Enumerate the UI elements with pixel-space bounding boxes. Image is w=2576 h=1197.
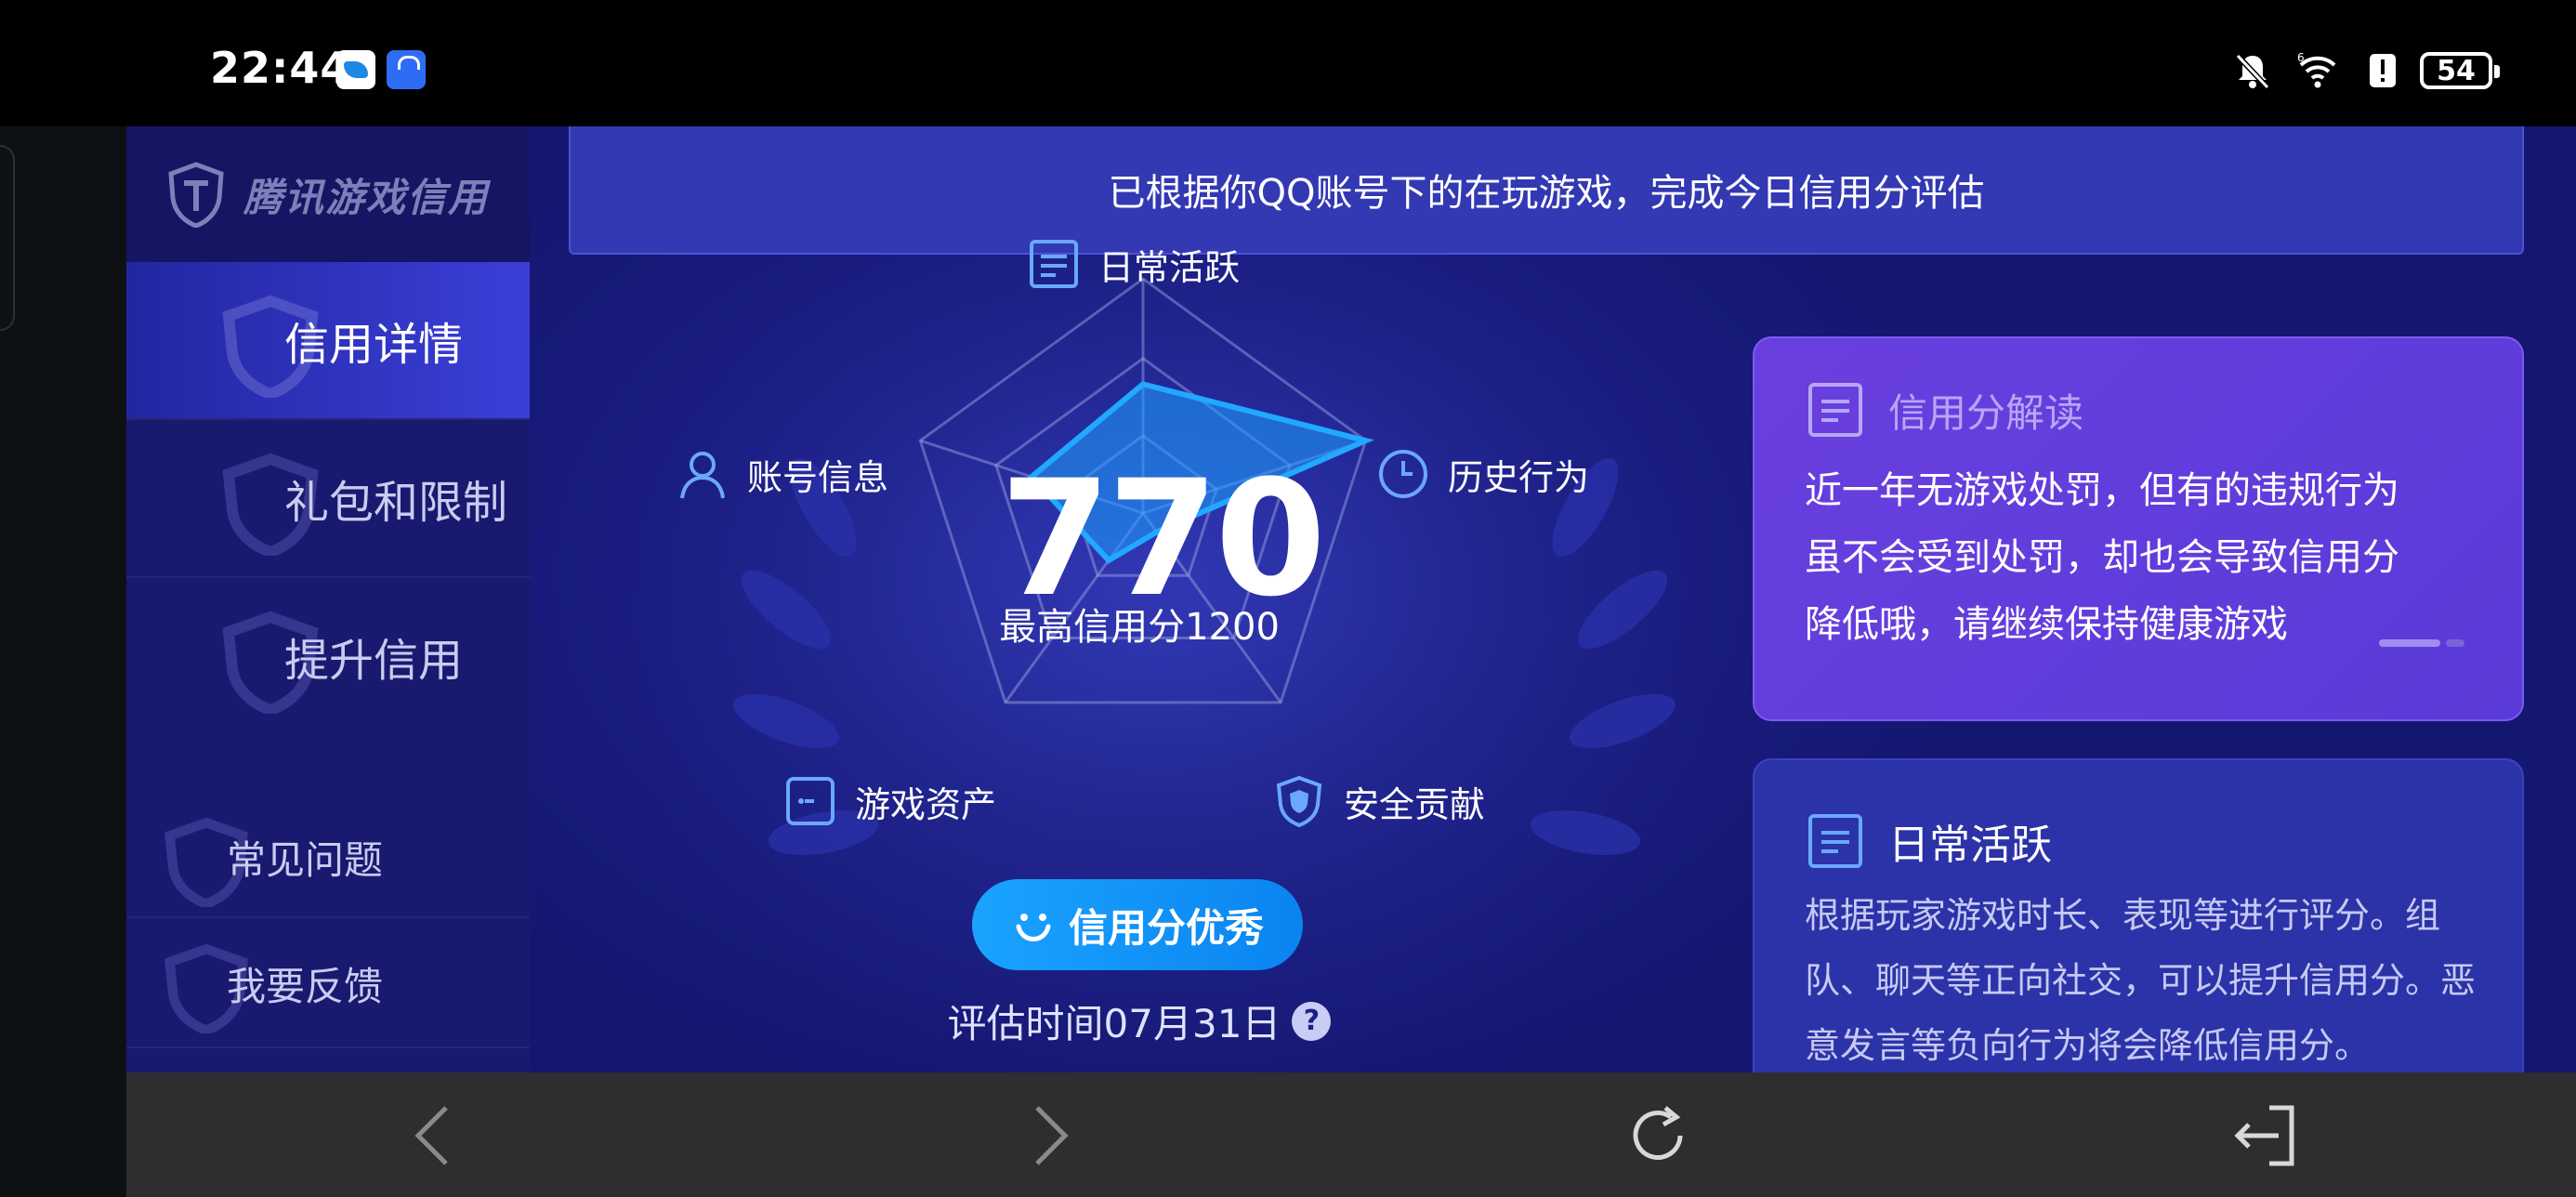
exit-icon[interactable] <box>2228 1100 2299 1171</box>
credit-score: 770 <box>1000 445 1326 632</box>
back-arrow-icon[interactable] <box>401 1100 472 1171</box>
dimension-label: 日常活跃 <box>1098 246 1241 288</box>
card-line: 降低哦，请继续保持健康游戏 <box>1805 603 2288 646</box>
dimension-label: 历史行为 <box>1448 456 1590 498</box>
left-edge-panel <box>0 126 126 1197</box>
dimension-account-info[interactable]: 账号信息 <box>675 446 888 502</box>
refresh-icon[interactable] <box>1623 1100 1693 1171</box>
clock-icon <box>1379 450 1427 498</box>
dimension-label: 安全贡献 <box>1344 783 1486 825</box>
card-line: 根据玩家游戏时长、表现等进行评分。组 <box>1805 895 2441 936</box>
dimension-daily-activity[interactable]: 日常活跃 <box>1026 236 1240 292</box>
document-icon <box>1808 383 1862 437</box>
dimension-history-behavior[interactable]: 历史行为 <box>1375 446 1589 502</box>
list-card-icon <box>1030 240 1078 288</box>
user-icon <box>680 452 725 499</box>
card-body: 根据玩家游戏时长、表现等进行评分。组 队、聊天等正向社交，可以提升信用分。恶 意… <box>1805 883 2511 1072</box>
card-body: 近一年无游戏处罚，但有的违规行为 虽不会受到处罚，却也会导致信用分 降低哦，请继… <box>1805 457 2474 658</box>
dimension-security-contribution[interactable]: 安全贡献 <box>1271 773 1485 829</box>
document-icon <box>1808 814 1862 868</box>
card-line: 虽不会受到处罚，却也会导致信用分 <box>1805 536 2399 579</box>
smile-icon <box>1016 914 1051 941</box>
carousel-pager <box>2379 639 2464 647</box>
status-time: 22:44 <box>210 43 351 93</box>
dimension-label: 游戏资产 <box>855 783 997 825</box>
alert-icon <box>2370 54 2396 87</box>
help-icon[interactable]: ? <box>1292 1001 1332 1041</box>
pager-dot <box>2446 639 2464 647</box>
status-icons: 6 54 <box>2232 46 2500 95</box>
max-score-label: 最高信用分1200 <box>999 606 1280 649</box>
card-line: 近一年无游戏处罚，但有的违规行为 <box>1805 469 2399 512</box>
app-market-icon <box>387 50 426 89</box>
wallet-icon <box>786 777 835 825</box>
mute-bell-icon <box>2235 53 2270 90</box>
card-line: 意发言等负向行为将会降低信用分。 <box>1805 1025 2371 1066</box>
card-title: 日常活跃 <box>1888 822 2052 869</box>
pager-dot-active <box>2379 639 2440 647</box>
evaluation-time-label: 评估时间07月31日 <box>947 1001 1281 1046</box>
browser-bottom-nav <box>126 1072 2576 1197</box>
app-window: 腾讯游戏信用 信用详情 礼包和限制 提升信用 常见问题 我要反馈 已根据你QQ账… <box>126 126 2576 1072</box>
dimension-game-assets[interactable]: 游戏资产 <box>782 773 996 829</box>
app-notification-icon <box>336 50 375 89</box>
shield-icon <box>1276 775 1322 828</box>
card-line: 队、聊天等正向社交，可以提升信用分。恶 <box>1805 960 2477 1001</box>
credit-interpretation-card[interactable]: 信用分解读 近一年无游戏处罚，但有的违规行为 虽不会受到处罚，却也会导致信用分 … <box>1753 336 2524 721</box>
dimension-label: 账号信息 <box>747 456 889 498</box>
daily-activity-card[interactable]: 日常活跃 根据玩家游戏时长、表现等进行评分。组 队、聊天等正向社交，可以提升信用… <box>1753 758 2524 1072</box>
svg-text:6: 6 <box>2297 51 2305 64</box>
card-title: 信用分解读 <box>1888 389 2084 436</box>
evaluation-time: 评估时间07月31日 ? <box>870 993 1409 1049</box>
status-bar: 22:44 6 54 <box>0 0 2576 126</box>
battery-icon: 54 <box>2420 52 2500 89</box>
forward-arrow-icon[interactable] <box>1011 1100 1082 1171</box>
credit-grade-button[interactable]: 信用分优秀 <box>972 879 1303 970</box>
wifi-icon: 6 <box>2297 51 2336 88</box>
credit-grade-label: 信用分优秀 <box>1068 904 1264 951</box>
